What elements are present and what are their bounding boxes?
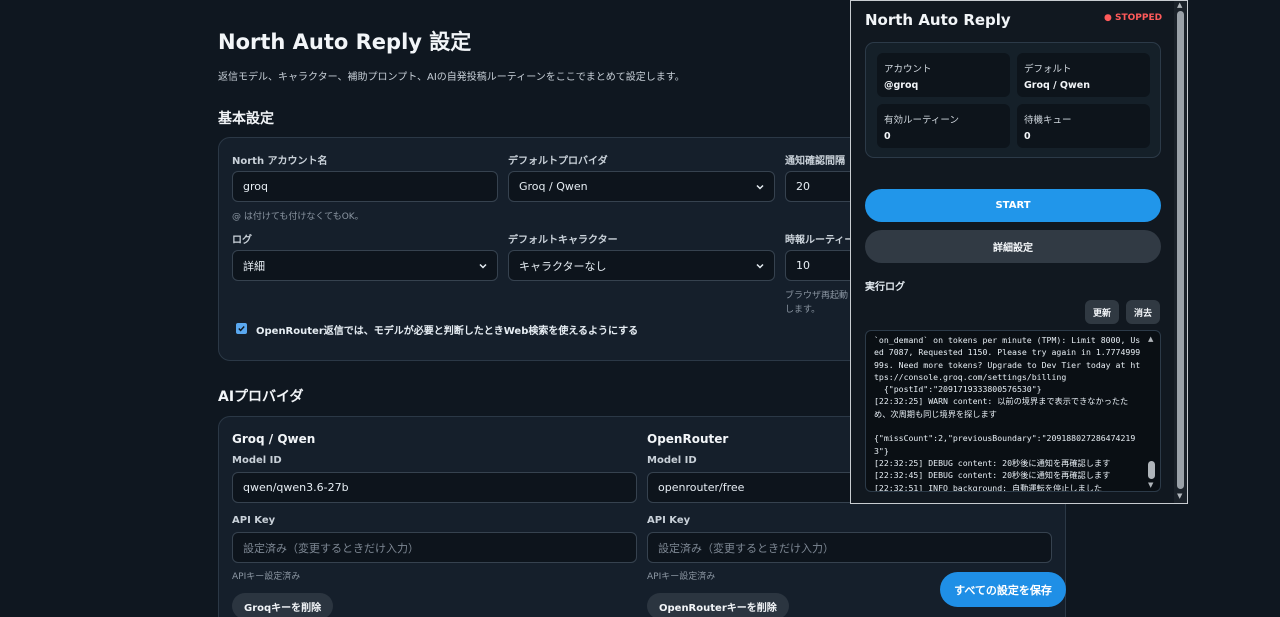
- status-badge: ● STOPPED: [1104, 13, 1163, 23]
- log-line: `on_demand` on tokens per minute (TPM): …: [874, 335, 1141, 382]
- openrouter-key-label: API Key: [647, 515, 691, 526]
- stat-active-routines: 有効ルーティーン 0: [877, 104, 1010, 148]
- chevron-down-icon: [479, 263, 487, 269]
- groq-key-label: API Key: [232, 515, 276, 526]
- scroll-down-arrow-icon[interactable]: ▼: [1177, 492, 1182, 500]
- provider-label: デフォルトプロバイダ: [508, 156, 608, 167]
- popup-title: North Auto Reply: [865, 11, 1011, 29]
- page-description: 返信モデル、キャラクター、補助プロンプト、AIの自発投稿ルーティーンをここでまと…: [218, 72, 685, 83]
- character-select-value: キャラクターなし: [519, 259, 607, 273]
- stat-account: アカウント @groq: [877, 53, 1010, 97]
- log-level-select-value: 詳細: [243, 259, 265, 273]
- groq-key-hint: APIキー設定済み: [232, 572, 301, 582]
- stat-queue: 待機キュー 0: [1017, 104, 1150, 148]
- scroll-up-arrow-icon[interactable]: ▲: [1148, 335, 1153, 343]
- log-output[interactable]: `on_demand` on tokens per minute (TPM): …: [865, 330, 1161, 492]
- log-line: [22:32:45] DEBUG content: 20秒後に通知を再確認します: [874, 470, 1111, 481]
- routine-label: 時報ルーティー: [785, 235, 855, 246]
- popup-scrollbar-thumb[interactable]: [1177, 11, 1184, 489]
- stat-default-provider: デフォルト Groq / Qwen: [1017, 53, 1150, 97]
- stat-label: 有効ルーティーン: [884, 115, 959, 126]
- ai-section-title: AIプロバイダ: [218, 389, 304, 405]
- scroll-up-arrow-icon[interactable]: ▲: [1177, 1, 1182, 9]
- scroll-down-arrow-icon[interactable]: ▼: [1148, 481, 1153, 489]
- groq-model-input[interactable]: qwen/qwen3.6-27b: [232, 472, 637, 503]
- account-input[interactable]: groq: [232, 171, 498, 202]
- groq-key-input[interactable]: 設定済み（変更するときだけ入力）: [232, 532, 637, 563]
- log-scrollbar-thumb[interactable]: [1148, 461, 1155, 479]
- stats-panel: アカウント @groq デフォルト Groq / Qwen 有効ルーティーン 0…: [865, 42, 1161, 158]
- groq-model-label: Model ID: [232, 455, 282, 466]
- log-line: [22:32:25] DEBUG content: 20秒後に通知を再確認します: [874, 457, 1111, 468]
- stat-label: アカウント: [884, 64, 932, 75]
- account-label: North アカウント名: [232, 156, 328, 167]
- log-scrollbar[interactable]: ▲ ▼: [1146, 333, 1158, 489]
- character-label: デフォルトキャラクター: [508, 235, 618, 246]
- stat-value: Groq / Qwen: [1024, 80, 1090, 91]
- character-select[interactable]: キャラクターなし: [508, 250, 775, 281]
- openrouter-title: OpenRouter: [647, 432, 729, 446]
- interval-label: 通知確認間隔: [785, 156, 845, 167]
- openrouter-key-input[interactable]: 設定済み（変更するときだけ入力）: [647, 532, 1052, 563]
- web-search-checkbox[interactable]: [236, 323, 247, 334]
- refresh-log-button[interactable]: 更新: [1085, 300, 1119, 324]
- detailed-settings-button[interactable]: 詳細設定: [865, 230, 1161, 263]
- stat-value: 0: [1024, 131, 1031, 142]
- account-hint: @ は付けても付けなくてもOK。: [232, 212, 364, 222]
- log-title: 実行ログ: [865, 282, 905, 293]
- openrouter-model-label: Model ID: [647, 455, 697, 466]
- log-level-label: ログ: [232, 235, 252, 246]
- stat-label: 待機キュー: [1024, 115, 1072, 126]
- stat-value: 0: [884, 131, 891, 142]
- routine-hint-line-2: します。: [785, 305, 821, 315]
- log-line: [22:32:25] WARN content: 以前の境界まで表示できなかった…: [874, 396, 1129, 419]
- popup-scrollbar[interactable]: ▲ ▼: [1174, 1, 1187, 503]
- delete-openrouter-key-button[interactable]: OpenRouterキーを削除: [647, 593, 789, 617]
- delete-groq-key-button[interactable]: Groqキーを削除: [232, 593, 334, 617]
- check-icon: [238, 326, 245, 332]
- provider-select-value: Groq / Qwen: [519, 180, 588, 193]
- clear-log-button[interactable]: 消去: [1126, 300, 1160, 324]
- save-all-settings-button[interactable]: すべての設定を保存: [940, 572, 1066, 607]
- start-button[interactable]: START: [865, 189, 1161, 222]
- web-search-label: OpenRouter返信では、モデルが必要と判断したときWeb検索を使えるように…: [256, 326, 639, 337]
- stat-value: @groq: [884, 80, 919, 91]
- openrouter-key-hint: APIキー設定済み: [647, 572, 716, 582]
- log-line: [22:32:51] INFO background: 自動運転を停止しました: [874, 482, 1103, 492]
- log-level-select[interactable]: 詳細: [232, 250, 498, 281]
- basic-section-title: 基本設定: [218, 111, 274, 127]
- page-title: North Auto Reply 設定: [218, 30, 472, 54]
- routine-hint-line-1: ブラウザ再起動: [785, 291, 849, 301]
- stat-label: デフォルト: [1024, 64, 1072, 75]
- extension-popup: North Auto Reply ● STOPPED アカウント @groq デ…: [850, 0, 1188, 504]
- log-line: {"missCount":2,"previousBoundary":"20918…: [874, 433, 1136, 456]
- log-line: {"postId":"2091719333800576530"}: [874, 384, 1042, 395]
- chevron-down-icon: [756, 184, 764, 190]
- chevron-down-icon: [756, 263, 764, 269]
- groq-title: Groq / Qwen: [232, 432, 316, 446]
- provider-select[interactable]: Groq / Qwen: [508, 171, 775, 202]
